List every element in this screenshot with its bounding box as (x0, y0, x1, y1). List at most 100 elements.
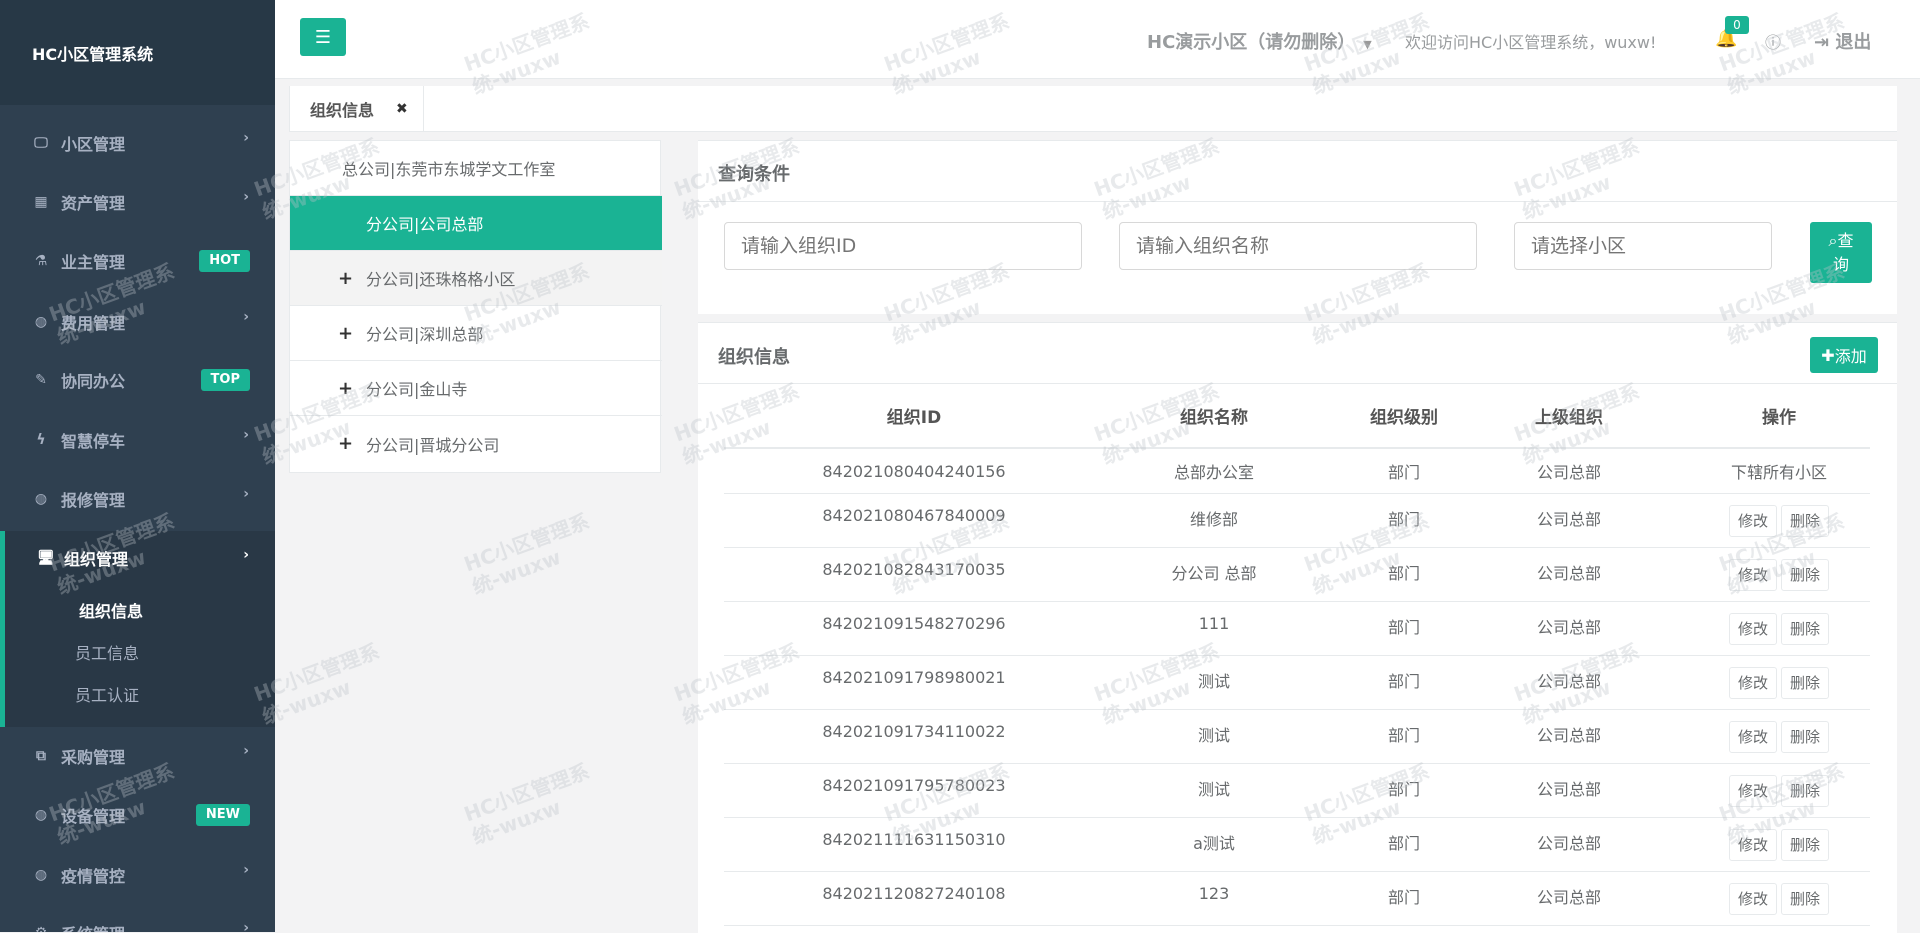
tree-node-selected[interactable]: 分公司|公司总部 (290, 196, 662, 251)
chevron-right-icon: › (243, 547, 249, 563)
cell-org-name: 测试 (1197, 780, 1230, 799)
community-name: HC演示小区（请勿删除） (1147, 32, 1356, 53)
sign-out-icon: ⇥ (1814, 32, 1830, 53)
cell-org-level: 部门 (1387, 618, 1420, 637)
sidebar-item-fees[interactable]: ◍ 费用管理 › (0, 294, 275, 350)
grid-icon: ▦ (34, 194, 48, 210)
tree-node[interactable]: + 分公司|金山寺 (290, 361, 662, 416)
plus-icon[interactable]: + (338, 268, 353, 289)
cell-parent-org: 公司总部 (1536, 564, 1601, 583)
tree-node-label: 分公司|深圳总部 (366, 325, 484, 344)
delete-button[interactable]: 删除 (1781, 612, 1830, 645)
sidebar-item-repair[interactable]: ◍ 报修管理 › (0, 471, 275, 527)
tree-node-label: 分公司|公司总部 (366, 215, 484, 234)
edit-button[interactable]: 修改 (1728, 504, 1777, 537)
community-select[interactable] (1514, 222, 1772, 270)
plus-icon[interactable]: + (338, 378, 353, 399)
cell-org-level: 部门 (1387, 564, 1420, 583)
tree-node[interactable]: + 分公司|还珠格格小区 (290, 251, 662, 306)
caret-down-icon: ▼ (1363, 38, 1372, 51)
laptop-icon: 🖵 (34, 135, 48, 151)
cell-org-level: 部门 (1387, 672, 1420, 691)
tree-node-label: 总公司|东莞市东城学文工作室 (342, 160, 556, 179)
sidebar-item-label: 采购管理 (61, 748, 126, 767)
globe-icon: ◍ (34, 867, 48, 883)
sidebar-item-label: 智慧停车 (61, 432, 126, 451)
sidebar-item-assets[interactable]: ▦ 资产管理 › (0, 174, 275, 230)
add-button[interactable]: ✚ 添加 (1810, 337, 1878, 373)
sidebar-item-organization: 🖥 组织管理 › 组织信息 员工信息 员工认证 (0, 531, 275, 727)
search-button[interactable]: ⌕查 询 (1810, 222, 1872, 283)
chevron-right-icon: › (243, 862, 249, 878)
sidebar-item-label: 疫情管控 (61, 867, 126, 886)
delete-button[interactable]: 删除 (1781, 774, 1830, 807)
cell-parent-org: 公司总部 (1536, 463, 1601, 482)
sidebar-item-epidemic[interactable]: ◍ 疫情管控 › (0, 847, 275, 903)
edit-button[interactable]: 修改 (1728, 558, 1777, 591)
sidebar-item-purchase[interactable]: ⧉ 采购管理 › (0, 728, 275, 784)
delete-button[interactable]: 删除 (1781, 504, 1830, 537)
help-icon[interactable]: ⓘ (1765, 29, 1781, 53)
tree-node[interactable]: 总公司|东莞市东城学文工作室 (290, 141, 662, 196)
cell-parent-org: 公司总部 (1536, 672, 1601, 691)
delete-button[interactable]: 删除 (1781, 666, 1830, 699)
edit-button[interactable]: 修改 (1728, 612, 1777, 645)
tab-org-info[interactable]: 组织信息 ✖ (289, 86, 424, 131)
submenu-org-info[interactable]: 组织信息 (79, 598, 143, 622)
search-label-1: 查 (1837, 230, 1854, 250)
edit-button[interactable]: 修改 (1728, 828, 1777, 861)
plus-icon[interactable]: + (338, 323, 353, 344)
sidebar-item-office[interactable]: ✎ 协同办公 TOP (0, 352, 275, 408)
sidebar-item-organization-header[interactable]: 🖥 组织管理 › (5, 531, 275, 585)
org-name-input[interactable] (1119, 222, 1477, 270)
cell-org-id: 842021091548270296 (822, 614, 1006, 633)
table-row: 842021080467840009 维修部 部门 公司总部 修改 删除 (724, 494, 1870, 548)
org-info-title: 组织信息 (718, 347, 790, 368)
chevron-right-icon: › (243, 189, 249, 205)
close-icon[interactable]: ✖ (396, 101, 408, 117)
sidebar-item-equipment[interactable]: ◍ 设备管理 NEW (0, 787, 275, 843)
chevron-right-icon: › (243, 920, 249, 932)
table-row: 842021111631150310 a测试 部门 公司总部 修改 删除 (724, 818, 1870, 872)
new-badge: NEW (195, 804, 250, 826)
sidebar-item-system[interactable]: ⚙ 系统管理 › (0, 905, 275, 932)
edit-button[interactable]: 修改 (1728, 882, 1777, 915)
cell-org-id: 842021091734110022 (822, 722, 1006, 741)
org-id-input[interactable] (724, 222, 1082, 270)
welcome-text: 欢迎访问HC小区管理系统，wuxw! (1405, 33, 1657, 52)
plus-icon[interactable]: + (338, 433, 353, 454)
logout-button[interactable]: ⇥ 退出 (1814, 28, 1871, 54)
cell-org-id: 842021080404240156 (822, 461, 1006, 481)
cell-org-id: 842021111631150310 (822, 830, 1006, 849)
sidebar-item-owners[interactable]: ⚗ 业主管理 HOT (0, 233, 275, 289)
community-selector[interactable]: HC演示小区（请勿删除） ▼ (1147, 28, 1372, 54)
edit-button[interactable]: 修改 (1728, 666, 1777, 699)
tree-node[interactable]: + 分公司|深圳总部 (290, 306, 662, 361)
watermark: HC小区管理系 统-wuxw (461, 509, 601, 599)
cell-action-text: 下辖所有小区 (1730, 463, 1827, 482)
delete-button[interactable]: 删除 (1781, 882, 1830, 915)
add-label: 添加 (1834, 347, 1867, 366)
table-row: 842021082843170035 分公司 总部 部门 公司总部 修改 删除 (724, 548, 1870, 602)
delete-button[interactable]: 删除 (1781, 828, 1830, 861)
submenu-staff-auth[interactable]: 员工认证 (75, 682, 139, 706)
tree-node[interactable]: + 分公司|晋城分公司 (290, 416, 662, 471)
table-row: 842021091734110022 测试 部门 公司总部 修改 删除 (724, 710, 1870, 764)
sidebar-item-parking[interactable]: ϟ 智慧停车 › (0, 412, 275, 468)
desktop-icon: 🖥 (37, 550, 55, 566)
column-header-id: 组织ID (886, 408, 942, 428)
query-panel: 查询条件 ⌕查 询 (698, 140, 1897, 314)
sidebar-item-community[interactable]: 🖵 小区管理 › (0, 115, 275, 171)
menu-toggle-button[interactable]: ☰ (300, 18, 346, 56)
globe-icon: ◍ (34, 314, 48, 330)
sidebar-item-label: 组织管理 (64, 550, 129, 569)
delete-button[interactable]: 删除 (1781, 720, 1830, 753)
delete-button[interactable]: 删除 (1781, 558, 1830, 591)
cell-parent-org: 公司总部 (1536, 510, 1601, 529)
watermark: HC小区管理系 统-wuxw (461, 759, 601, 849)
watermark-line: 统-wuxw (468, 794, 565, 850)
edit-button[interactable]: 修改 (1728, 720, 1777, 753)
edit-button[interactable]: 修改 (1728, 774, 1777, 807)
submenu-staff-info[interactable]: 员工信息 (75, 640, 139, 664)
column-header-level: 组织级别 (1370, 408, 1438, 428)
